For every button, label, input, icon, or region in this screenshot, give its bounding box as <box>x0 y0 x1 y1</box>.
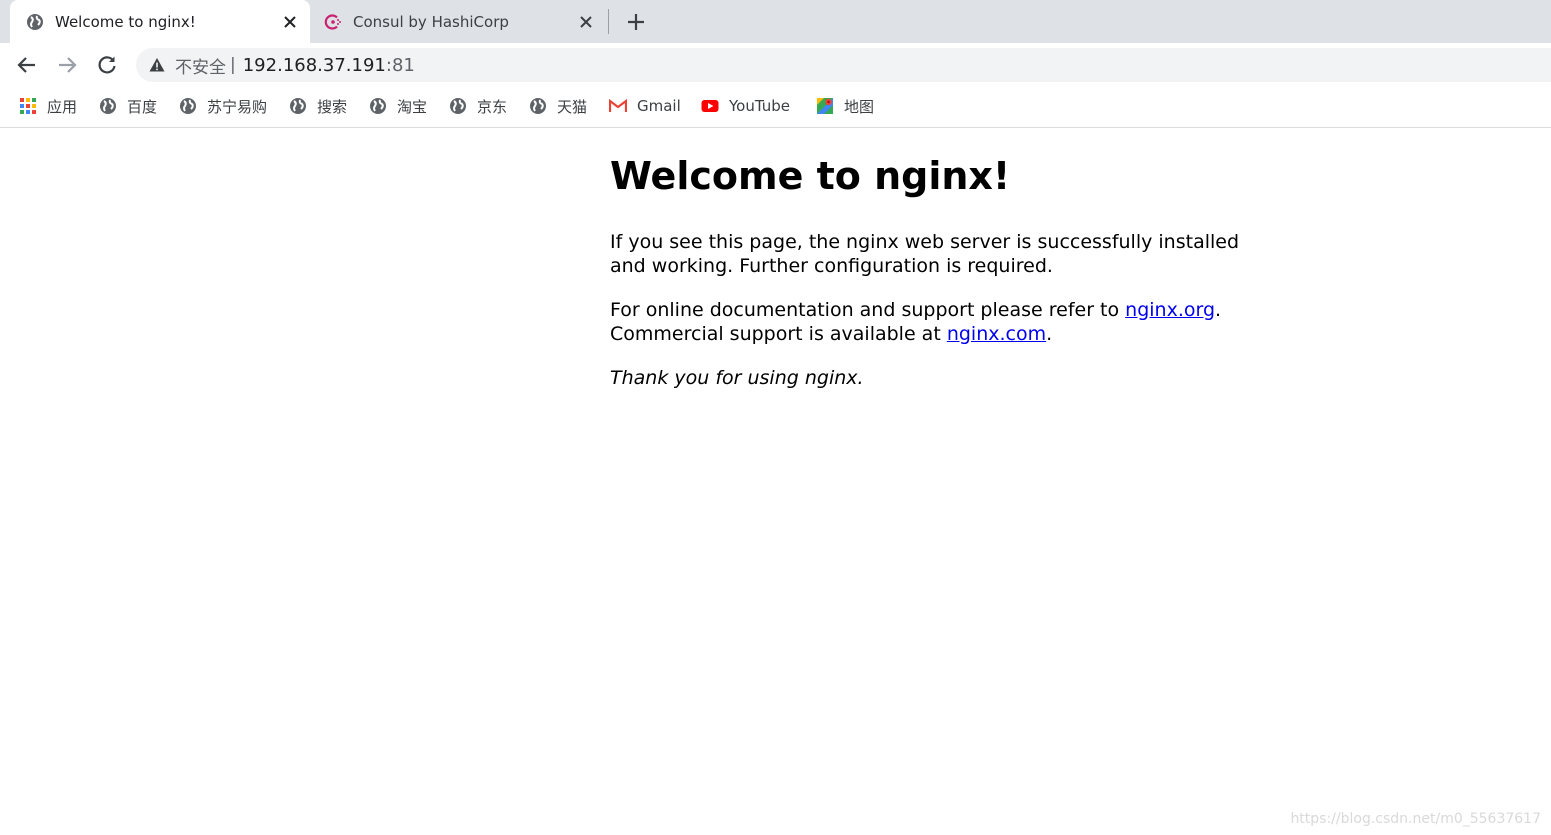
tab-welcome-nginx[interactable]: Welcome to nginx! <box>10 0 310 43</box>
youtube-icon <box>701 100 719 112</box>
bookmark-label: 京东 <box>477 97 508 116</box>
bookmark-tmall[interactable]: 天猫 <box>529 95 587 117</box>
thanks-paragraph: Thank you for using nginx. <box>610 366 1250 390</box>
intro-paragraph: If you see this page, the nginx web serv… <box>610 230 1240 277</box>
globe-icon <box>530 98 546 114</box>
url-host: 192.168.37.191 <box>242 54 386 76</box>
tab-title: Consul by HashiCorp <box>353 12 509 31</box>
address-bar[interactable]: 不安全 | 192.168.37.191 :81 <box>136 48 1551 82</box>
page-title: Welcome to nginx! <box>610 154 1011 198</box>
bookmark-label: 地图 <box>844 97 875 116</box>
bookmark-youtube[interactable]: YouTube <box>701 95 790 117</box>
bookmark-label: 天猫 <box>557 97 588 116</box>
bookmark-label: 搜索 <box>317 97 348 116</box>
bookmark-jd[interactable]: 京东 <box>449 95 507 117</box>
bookmark-suning[interactable]: 苏宁易购 <box>179 95 267 117</box>
docs-text: For online documentation and support ple… <box>610 298 1126 321</box>
bookmark-gmail[interactable]: Gmail <box>609 95 681 117</box>
page-viewport: Welcome to nginx! If you see this page, … <box>0 128 1551 835</box>
bookmark-label: 苏宁易购 <box>207 97 268 116</box>
reload-icon[interactable] <box>96 54 118 76</box>
warning-triangle-icon[interactable] <box>149 57 165 73</box>
tab-strip: Welcome to nginx! Consul by HashiCorp <box>0 0 1551 43</box>
globe-icon <box>27 13 43 30</box>
back-arrow-icon[interactable] <box>16 54 38 76</box>
bookmark-baidu[interactable]: 百度 <box>99 95 157 117</box>
bookmark-label: 淘宝 <box>397 97 428 116</box>
docs-period: . <box>1215 298 1222 321</box>
watermark: https://blog.csdn.net/m0_55637617 <box>1290 811 1541 827</box>
tab-title: Welcome to nginx! <box>55 12 196 31</box>
bookmark-maps[interactable]: 地图 <box>816 95 874 117</box>
security-label[interactable]: 不安全 <box>175 53 226 78</box>
new-tab-plus-icon[interactable] <box>626 12 646 32</box>
docs-paragraph: For online documentation and support ple… <box>610 298 1250 346</box>
nginx-com-link[interactable]: nginx.com <box>947 323 1046 345</box>
globe-icon <box>370 98 386 114</box>
globe-icon <box>180 98 196 114</box>
close-icon[interactable] <box>578 14 594 30</box>
gmail-icon <box>609 98 627 112</box>
maps-icon <box>817 98 833 114</box>
bookmark-label: Gmail <box>637 97 681 115</box>
globe-icon <box>290 98 306 114</box>
bookmark-apps[interactable]: 应用 <box>19 95 77 117</box>
globe-icon <box>450 98 466 114</box>
bookmark-search[interactable]: 搜索 <box>289 95 347 117</box>
close-icon[interactable] <box>282 14 298 30</box>
nginx-org-link[interactable]: nginx.org <box>1125 299 1215 321</box>
toolbar: 不安全 | 192.168.37.191 :81 <box>0 43 1551 86</box>
globe-icon <box>100 98 116 114</box>
url-separator: | <box>230 55 236 75</box>
tab-separator <box>608 9 609 34</box>
bookmarks-bar: 应用 百度 苏宁易购 搜索 淘宝 京东 天猫 Gmail YouTube 地图 <box>0 86 1551 128</box>
bookmark-label: YouTube <box>729 97 790 115</box>
browser-window: Welcome to nginx! Consul by HashiCorp 不安… <box>0 0 1551 835</box>
commercial-period: . <box>1046 322 1053 345</box>
thanks-text: Thank you for using nginx. <box>610 366 864 389</box>
consul-icon <box>324 13 341 30</box>
bookmark-taobao[interactable]: 淘宝 <box>369 95 427 117</box>
nginx-welcome-body: Welcome to nginx! If you see this page, … <box>610 154 1250 410</box>
bookmark-label: 应用 <box>47 97 78 116</box>
forward-arrow-icon[interactable] <box>56 54 78 76</box>
commercial-text: Commercial support is available at <box>610 322 947 345</box>
url-port: :81 <box>385 54 415 76</box>
apps-grid-icon <box>20 98 36 114</box>
bookmark-label: 百度 <box>127 97 158 116</box>
tab-consul[interactable]: Consul by HashiCorp <box>316 0 606 43</box>
